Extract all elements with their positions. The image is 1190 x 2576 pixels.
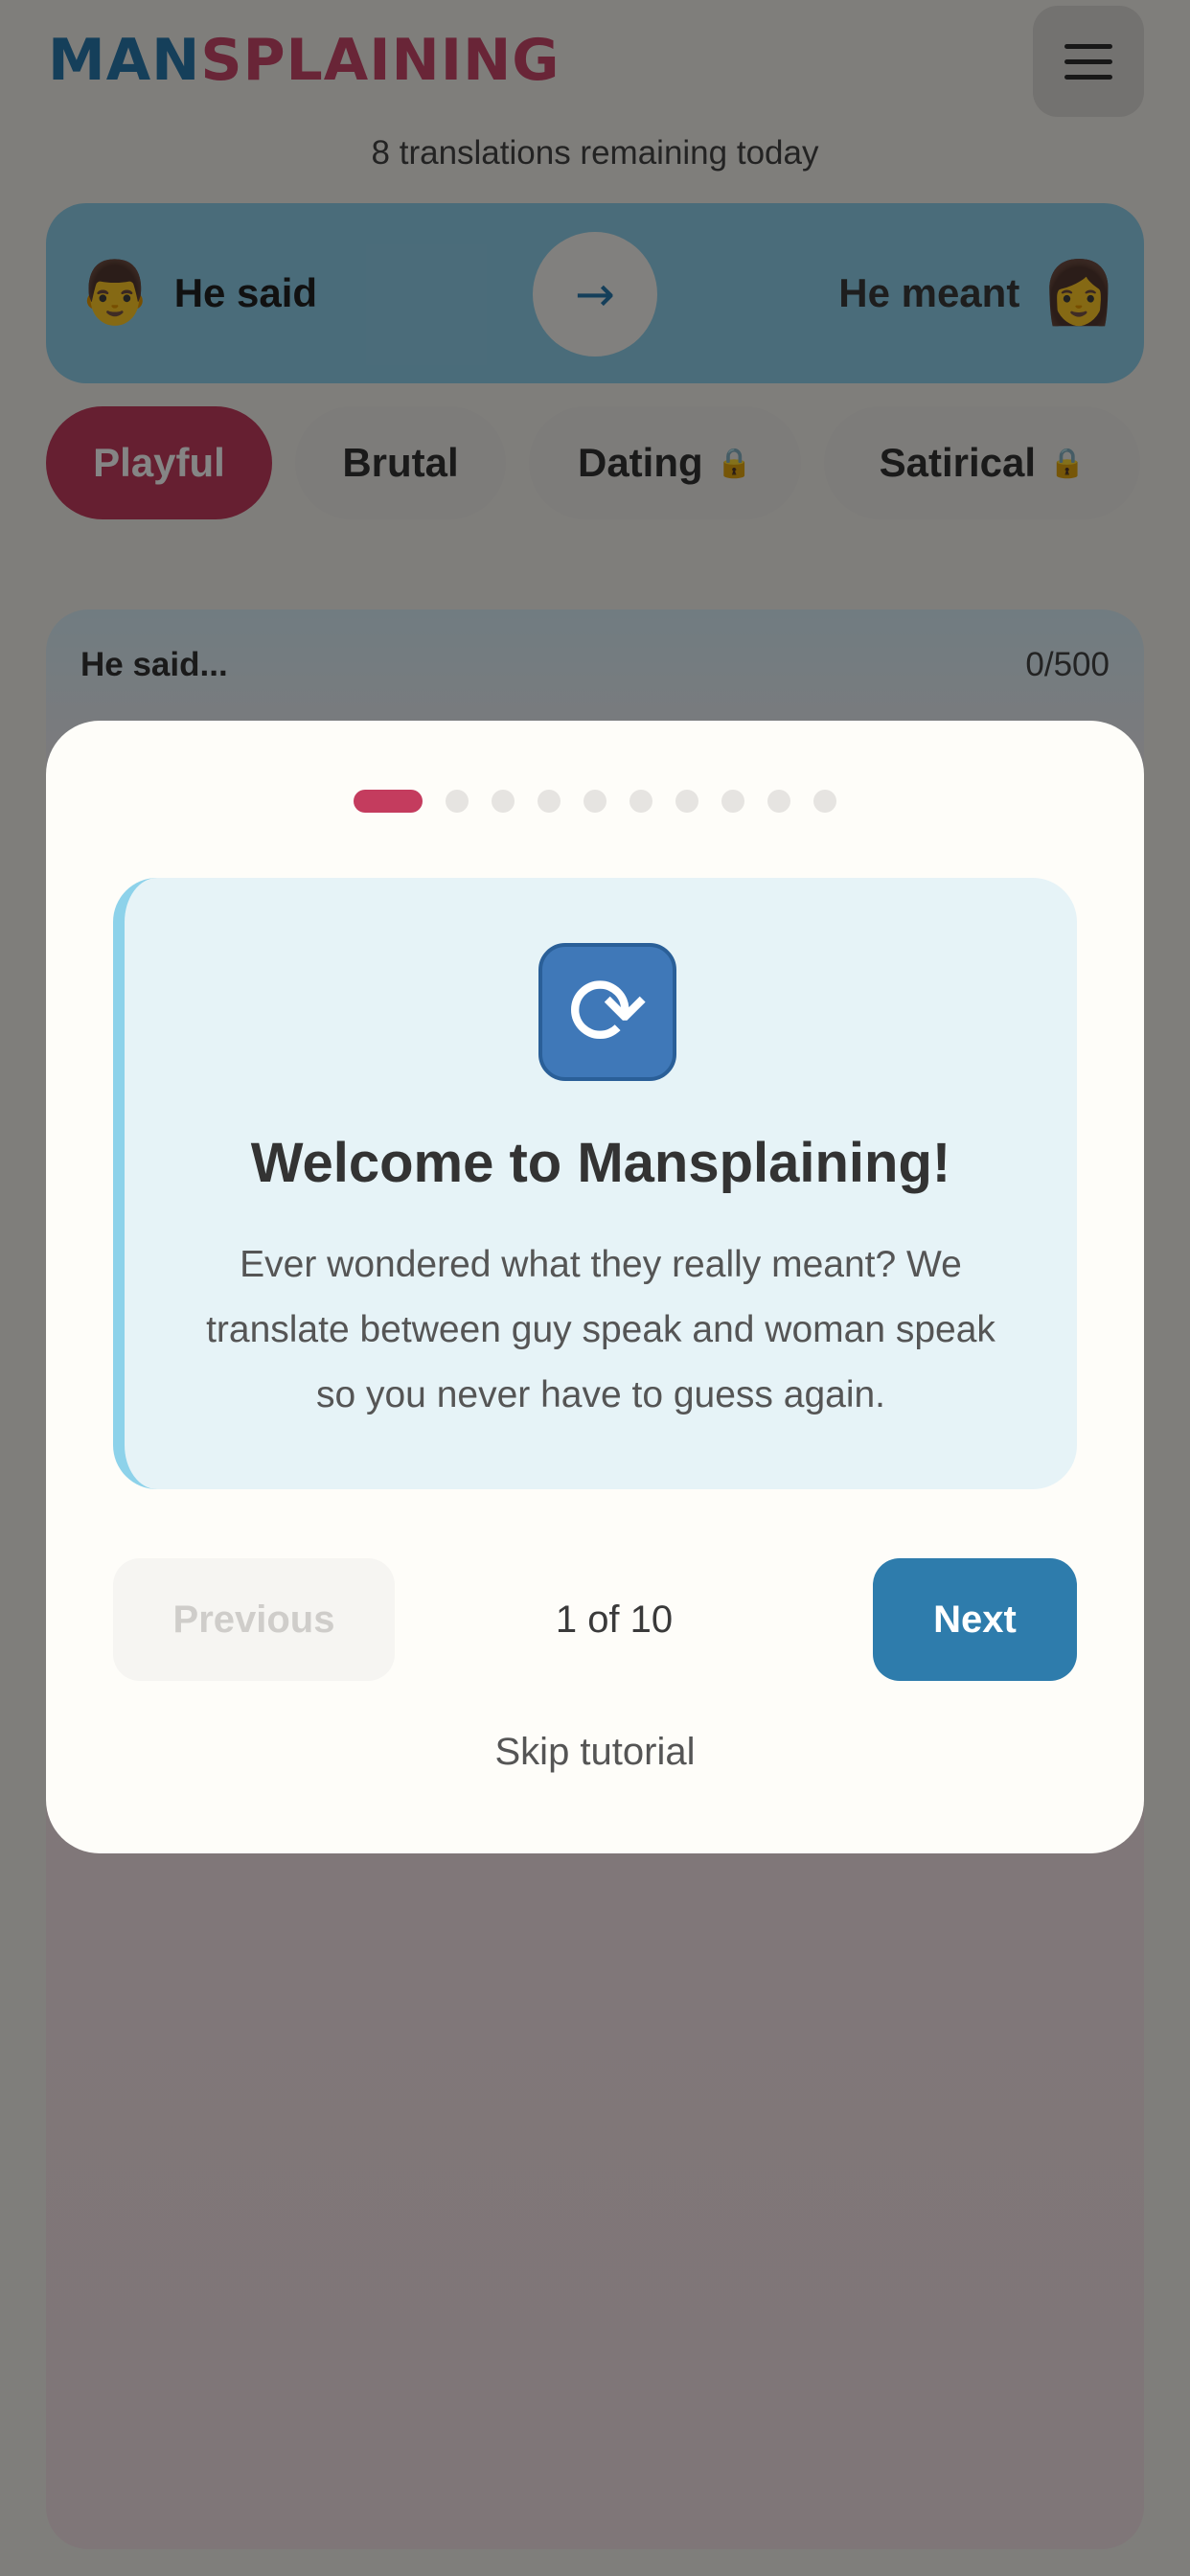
skip-tutorial-link[interactable]: Skip tutorial xyxy=(46,1731,1144,1774)
step-dot xyxy=(492,790,515,813)
tutorial-modal: ⟳ Welcome to Mansplaining! Ever wondered… xyxy=(46,721,1144,1853)
tutorial-step-card: ⟳ Welcome to Mansplaining! Ever wondered… xyxy=(113,878,1077,1489)
step-counter: 1 of 10 xyxy=(555,1598,674,1641)
step-dot xyxy=(767,790,790,813)
tutorial-title: Welcome to Mansplaining! xyxy=(250,1132,951,1194)
step-dot xyxy=(675,790,698,813)
step-dot-active xyxy=(354,790,423,813)
step-dot xyxy=(538,790,561,813)
next-button[interactable]: Next xyxy=(873,1558,1077,1681)
step-dot xyxy=(584,790,606,813)
step-indicator xyxy=(46,790,1144,813)
tutorial-text: Ever wondered what they really meant? We… xyxy=(206,1244,995,1415)
previous-button[interactable]: Previous xyxy=(113,1558,395,1681)
step-dot xyxy=(629,790,652,813)
step-dot xyxy=(446,790,469,813)
step-dot xyxy=(721,790,744,813)
refresh-arrows-icon: ⟳ xyxy=(538,943,676,1081)
step-dot xyxy=(813,790,836,813)
